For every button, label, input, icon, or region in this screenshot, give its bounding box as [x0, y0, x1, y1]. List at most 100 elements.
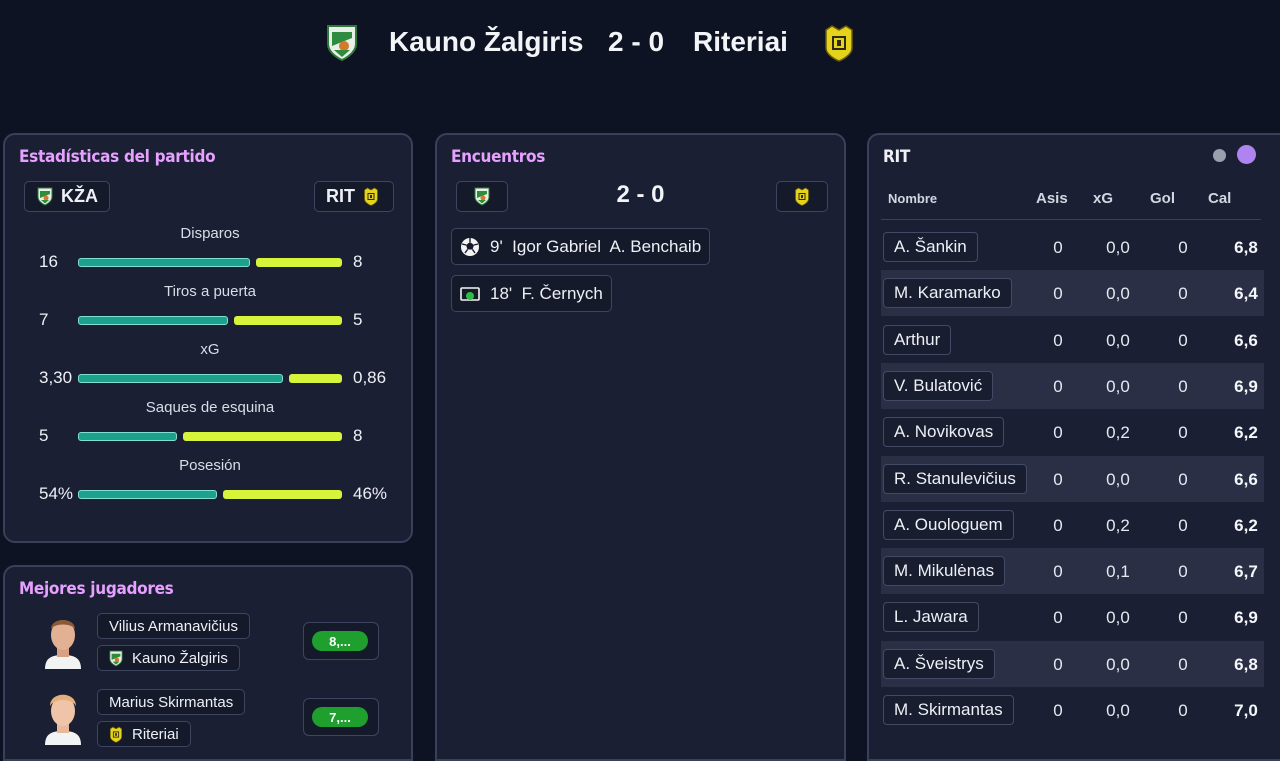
table-row[interactable]: A. Ouologuem 0 0,2 0 6,2: [881, 502, 1264, 548]
table-row[interactable]: A. Novikovas 0 0,2 0 6,2: [881, 409, 1264, 455]
table-row[interactable]: M. Mikulėnas 0 0,1 0 6,7: [881, 548, 1264, 595]
player-name-chip[interactable]: L. Jawara: [883, 602, 979, 633]
cell-goals: 0: [1178, 284, 1188, 304]
cell-assists: 0: [1053, 238, 1063, 257]
column-header-name[interactable]: Nombre: [888, 191, 937, 206]
best-player-team-chip[interactable]: Riteriai: [97, 721, 191, 747]
events-panel: Encuentros 2 - 0 9' Igor Gabriel A. Benc…: [435, 133, 846, 761]
table-row[interactable]: R. Stanulevičius 0 0,0 0 6,6: [881, 455, 1264, 502]
stat-label: Tiros a puerta: [164, 283, 256, 300]
home-team-name: Kauno Žalgiris: [389, 26, 584, 57]
table-row[interactable]: M. Karamarko 0 0,0 0 6,4: [881, 270, 1264, 317]
player-name-chip[interactable]: M. Karamarko: [883, 278, 1012, 309]
cell-goals: 0: [1178, 376, 1188, 396]
table-row[interactable]: M. Skirmantas 0 0,0 0 7,0: [881, 687, 1264, 733]
cell-xg: 0,0: [1106, 238, 1130, 257]
event-text: 9' Igor Gabriel A. Benchaib: [490, 236, 702, 256]
stat-home-value: 7: [39, 310, 49, 329]
player-rating-badge[interactable]: 8,...: [303, 622, 379, 660]
player-rating-value: 7,...: [312, 707, 368, 727]
away-crest-button[interactable]: [776, 181, 828, 212]
stat-label: Saques de esquina: [145, 399, 275, 416]
player-name-chip[interactable]: A. Novikovas: [883, 417, 1005, 448]
stat-away-bar: [289, 374, 342, 383]
player-name-chip[interactable]: V. Bulatović: [883, 370, 994, 401]
best-player-team-chip[interactable]: Kauno Žalgiris: [97, 645, 240, 671]
match-header: Kauno Žalgiris 2 - 0 Riteriai: [0, 0, 1280, 90]
cell-xg: 0,0: [1106, 654, 1130, 674]
cell-goals: 0: [1178, 701, 1188, 720]
stat-away-value: 8: [353, 252, 363, 271]
stat-away-value: 8: [353, 426, 363, 445]
event-item[interactable]: 9' Igor Gabriel A. Benchaib: [451, 228, 711, 265]
player-name-chip[interactable]: Arthur: [883, 324, 952, 355]
penalty-goal-icon: [460, 284, 480, 304]
soccer-ball-icon: [460, 237, 480, 257]
stat-home-bar: [78, 316, 228, 325]
table-row[interactable]: A. Šankin 0 0,0 0 6,8: [881, 224, 1264, 270]
home-team-abbr: KŽA: [61, 186, 98, 206]
home-team-chip[interactable]: KŽA: [24, 181, 110, 212]
best-players-title: Mejores jugadores: [19, 579, 174, 599]
away-team-chip[interactable]: RIT: [314, 181, 394, 212]
cell-rating: 6,8: [1234, 654, 1258, 674]
match-stats-panel: Estadísticas del partido KŽA RIT Disparo…: [3, 133, 413, 543]
stat-away-bar: [256, 258, 342, 267]
stat-away-value: 46%: [353, 484, 388, 503]
stat-home-bar: [78, 490, 217, 499]
cell-xg: 0,0: [1106, 469, 1130, 489]
player-name-chip[interactable]: R. Stanulevičius: [883, 463, 1027, 494]
stat-away-bar: [223, 490, 342, 499]
cell-goals: 0: [1178, 562, 1188, 582]
riteriai-crest-icon: [109, 726, 123, 743]
stat-home-value: 3,30: [39, 368, 73, 387]
table-row[interactable]: L. Jawara 0 0,0 0 6,9: [881, 594, 1264, 640]
cell-rating: 6,6: [1234, 469, 1258, 489]
player-name-chip[interactable]: M. Mikulėnas: [883, 556, 1006, 587]
cell-xg: 0,0: [1106, 330, 1130, 350]
cell-rating: 6,2: [1234, 515, 1258, 535]
stat-label: Disparos: [180, 225, 240, 242]
table-row[interactable]: A. Šveistrys 0 0,0 0 6,8: [881, 640, 1264, 687]
cell-rating: 6,4: [1234, 284, 1258, 304]
stat-home-value: 54%: [39, 484, 74, 503]
best-player-name-chip[interactable]: Marius Skirmantas: [97, 689, 246, 715]
cell-rating: 6,7: [1234, 562, 1258, 582]
riteriai-crest-icon: [823, 24, 855, 62]
cell-xg: 0,0: [1106, 284, 1130, 304]
team-toggle-off[interactable]: [1213, 149, 1226, 162]
player-rating-badge[interactable]: 7,...: [303, 698, 379, 736]
cell-assists: 0: [1053, 284, 1063, 304]
player-avatar: [41, 687, 85, 745]
zalgiris-crest-icon: [37, 187, 53, 206]
cell-goals: 0: [1178, 238, 1188, 257]
stat-home-bar: [78, 374, 283, 383]
player-name-chip[interactable]: M. Skirmantas: [883, 695, 1014, 725]
table-row[interactable]: Arthur 0 0,0 0 6,6: [881, 317, 1264, 363]
match-score: 2 - 0: [608, 26, 665, 57]
best-player-team: Kauno Žalgiris: [132, 649, 228, 667]
column-header-rating[interactable]: Cal: [1208, 190, 1231, 207]
column-header-goals[interactable]: Gol: [1150, 190, 1175, 207]
cell-goals: 0: [1178, 515, 1188, 535]
player-name-chip[interactable]: A. Ouologuem: [883, 509, 1014, 540]
cell-goals: 0: [1178, 654, 1188, 674]
cell-goals: 0: [1178, 469, 1188, 489]
cell-rating: 6,6: [1234, 330, 1258, 350]
team-toggle-on[interactable]: [1237, 145, 1256, 164]
column-header-assists[interactable]: Asis: [1036, 190, 1068, 207]
column-header-xg[interactable]: xG: [1093, 190, 1113, 207]
stats-panel-title: Estadísticas del partido: [19, 147, 216, 167]
player-name-chip[interactable]: A. Šankin: [883, 232, 978, 262]
table-row[interactable]: V. Bulatović 0 0,0 0 6,9: [881, 362, 1264, 409]
best-player-name-chip[interactable]: Vilius Armanavičius: [97, 613, 250, 639]
cell-assists: 0: [1053, 423, 1063, 443]
stat-away-bar: [234, 316, 342, 325]
event-item[interactable]: 18' F. Černych: [451, 275, 612, 312]
player-avatar: [41, 611, 85, 669]
player-name-chip[interactable]: A. Šveistrys: [883, 648, 995, 679]
cell-goals: 0: [1178, 330, 1188, 350]
stat-label: xG: [200, 341, 220, 358]
cell-xg: 0,1: [1106, 562, 1130, 582]
zalgiris-crest-icon: [109, 650, 123, 667]
